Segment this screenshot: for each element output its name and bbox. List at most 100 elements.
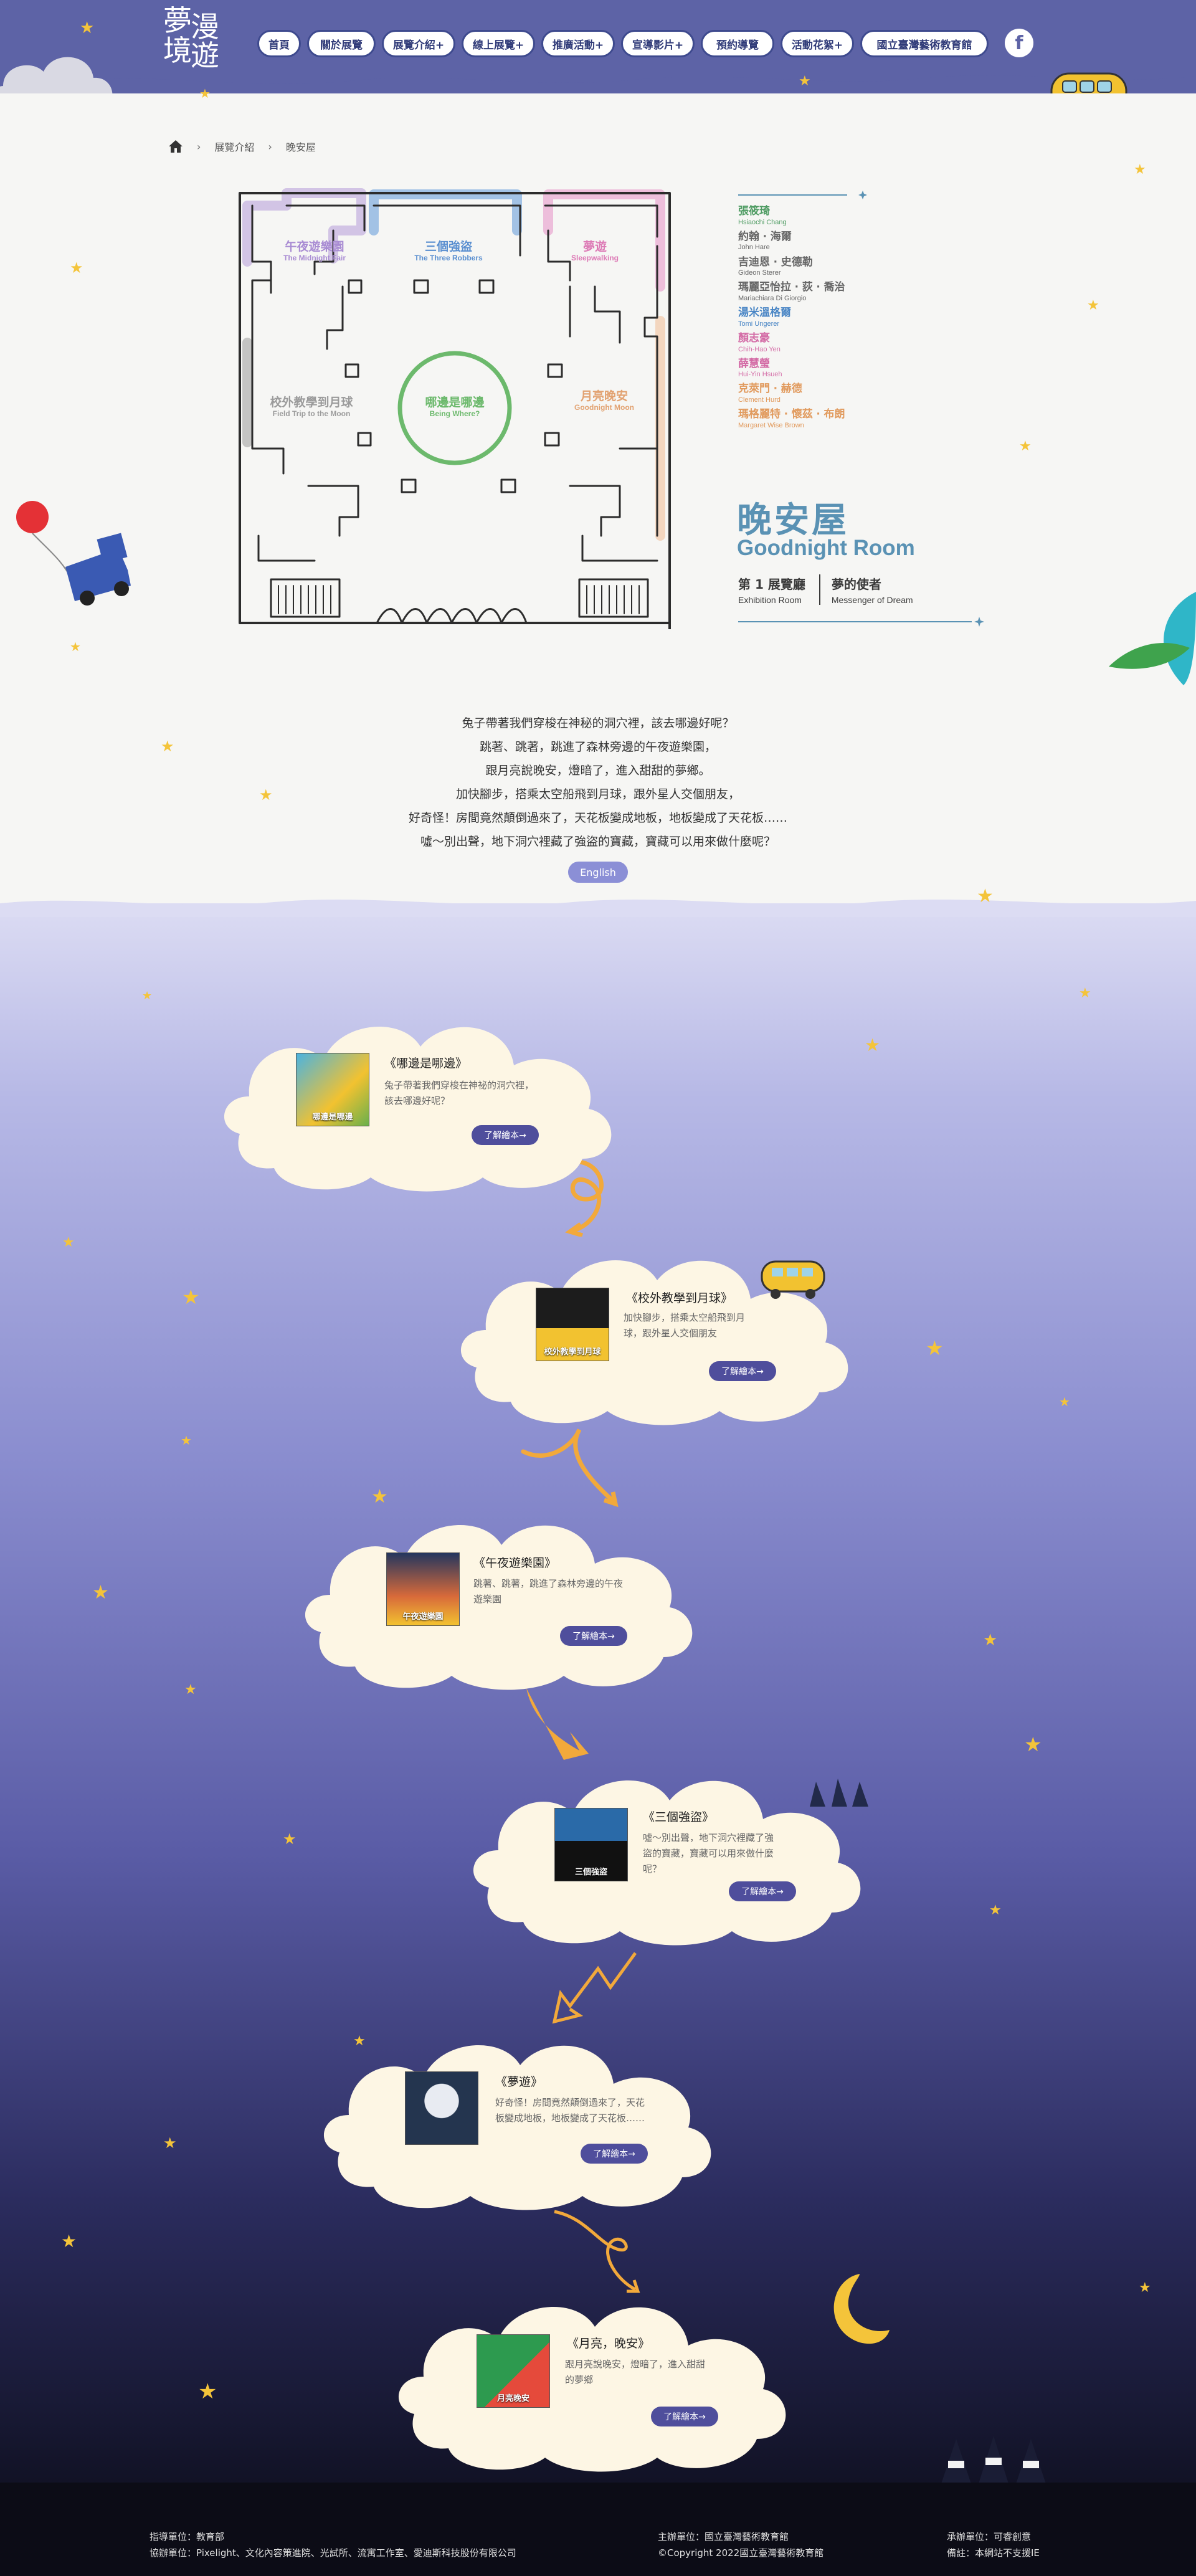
intro-line: 噓～別出聲，地下洞穴裡藏了強盜的寶藏，寶藏可以用來做什麼呢？ xyxy=(420,835,776,848)
book-card-being-where[interactable]: 哪邊是哪邊 《哪邊是哪邊》 兔子帶著我們穿梭在神祕的洞穴裡，該去哪邊好呢？ 了解… xyxy=(215,1009,626,1196)
plan-label-three-robbers[interactable]: 三個強盜 The Three Robbers xyxy=(399,240,498,263)
book-card-goodnight-moon[interactable]: 月亮晚安 《月亮，晚安》 跟月亮說晚安，燈暗了，進入甜甜的夢鄉 了解繪本→ xyxy=(389,2289,800,2476)
star-icon: ★ xyxy=(161,738,174,755)
star-icon: ★ xyxy=(977,885,994,907)
footer-copyright: ©Copyright 2022國立臺灣藝術教育館 xyxy=(658,2547,824,2559)
star-icon: ★ xyxy=(198,2379,217,2404)
star-icon: ★ xyxy=(1079,986,1091,1001)
plan-label-field-trip[interactable]: 校外教學到月球 Field Trip to the Moon xyxy=(255,396,368,419)
plan-label-en: The Three Robbers xyxy=(414,253,483,262)
star-icon: ★ xyxy=(1087,298,1099,313)
artist-name-en: Hui-Yin Hsueh xyxy=(738,371,782,379)
nav-home[interactable]: 首頁 xyxy=(257,30,301,57)
artist-item: 顏志豪 Chih-Hao Yen xyxy=(738,333,950,353)
star-icon: ★ xyxy=(799,74,811,89)
star-icon: ★ xyxy=(1024,1732,1042,1756)
site-footer: 指導單位：教育部 協辦單位：Pixelight、文化內容策進院、光試所、流寓工作… xyxy=(0,2483,1196,2576)
nav-exhibition-intro[interactable]: 展覽介紹+ xyxy=(382,30,455,57)
zigzag-arrow xyxy=(552,1952,637,2024)
learn-more-button[interactable]: 了解繪本→ xyxy=(709,1361,776,1381)
room-title-english: Goodnight Room xyxy=(737,536,915,560)
robbers-illustration xyxy=(810,1779,868,1807)
artist-name-en: Margaret Wise Brown xyxy=(738,421,804,429)
plan-label-being-where[interactable]: 哪邊是哪邊 Being Where? xyxy=(408,396,501,419)
plan-label-sleepwalking[interactable]: 夢遊 Sleepwalking xyxy=(558,240,632,263)
learn-more-button[interactable]: 了解繪本→ xyxy=(651,2407,718,2426)
breadcrumb-separator: › xyxy=(197,140,201,153)
book-card-midnight-fair[interactable]: 午夜遊樂園 《午夜遊樂園》 跳著、跳著，跳進了森林旁邊的午夜遊樂園 了解繪本→ xyxy=(296,1508,707,1694)
divider-line xyxy=(738,617,984,627)
book-card-sleepwalking[interactable]: 《夢遊》 好奇怪！房間竟然顛倒過來了，天花板變成地板，地板變成了天花板…… 了解… xyxy=(315,2028,726,2215)
artist-item: 克萊門 ‧ 赫德 Clement Hurd xyxy=(738,383,950,404)
nav-ntaec[interactable]: 國立臺灣藝術教育館 xyxy=(860,30,989,57)
intro-line: 跟月亮說晚安，燈暗了，進入甜甜的夢鄉。 xyxy=(485,764,711,777)
artist-item: 吉迪恩 ‧ 史德勒 Gideon Sterer xyxy=(738,256,950,277)
plan-label-zh: 午夜遊樂園 xyxy=(285,240,344,254)
breadcrumb-item-exhibition[interactable]: 展覽介紹 xyxy=(214,139,254,154)
learn-more-button[interactable]: 了解繪本→ xyxy=(472,1125,539,1145)
nav-about[interactable]: 關於展覽 xyxy=(307,30,376,57)
nav-guided-tour[interactable]: 預約導覽 xyxy=(701,30,774,57)
breadcrumb: › 展覽介紹 › 晚安屋 xyxy=(168,138,316,154)
book-description: 跟月亮說晚安，燈暗了，進入甜甜的夢鄉 xyxy=(565,2359,706,2385)
star-icon: ★ xyxy=(70,639,81,654)
footer-host: 主辦單位：國立臺灣藝術教育館 xyxy=(658,2531,789,2542)
artist-name-en: Clement Hurd xyxy=(738,396,781,404)
book-cover: 三個強盜 xyxy=(554,1808,628,1881)
star-icon: ★ xyxy=(70,259,83,277)
plan-label-zh: 夢遊 xyxy=(582,240,607,254)
star-icon: ★ xyxy=(989,1903,1002,1918)
artist-name: 瑪格麗特 ‧ 懷茲 ‧ 布朗 xyxy=(738,408,845,421)
star-icon: ★ xyxy=(62,1235,75,1250)
artist-list: 張筱琦 Hsiaochi Chang 約翰 ‧ 海爾 John Hare 吉迪恩 ‧ 史… xyxy=(738,206,950,434)
english-button[interactable]: English xyxy=(568,862,628,883)
star-icon: ★ xyxy=(371,1486,388,1508)
plan-label-en: Sleepwalking xyxy=(571,253,619,262)
plan-label-en: The Midnight Fair xyxy=(283,253,346,262)
star-icon: ★ xyxy=(983,1631,998,1650)
intro-line: 加快腳步，搭乘太空船飛到月球，跟外星人交個朋友， xyxy=(455,787,740,801)
nav-online-exhibition[interactable]: 線上展覽+ xyxy=(462,30,535,57)
star-icon: ★ xyxy=(80,19,95,37)
artist-name: 約翰 ‧ 海爾 xyxy=(738,230,792,243)
artist-item: 薛慧瑩 Hui-Yin Hsueh xyxy=(738,358,950,379)
star-icon: ★ xyxy=(184,1682,197,1698)
artist-name-en: John Hare xyxy=(738,244,770,252)
nav-promotion[interactable]: 推廣活動+ xyxy=(541,30,615,57)
artist-name: 湯米溫格爾 xyxy=(738,307,791,320)
learn-more-button[interactable]: 了解繪本→ xyxy=(581,2144,648,2164)
plan-label-en: Field Trip to the Moon xyxy=(272,409,351,418)
learn-more-button[interactable]: 了解繪本→ xyxy=(729,1881,796,1901)
plan-label-midnight-fair[interactable]: 午夜遊樂園 The Midnight Fair xyxy=(265,240,364,263)
artist-name: 張筱琦 xyxy=(738,205,770,217)
star-icon: ★ xyxy=(182,1285,200,1309)
site-logo[interactable]: 夢 漫 境 遊 xyxy=(163,6,219,70)
book-title: 《三個強盜》 xyxy=(643,1810,714,1824)
logo-char-3: 境 xyxy=(163,34,192,67)
plan-label-goodnight-moon[interactable]: 月亮晚安 Goodnight Moon xyxy=(561,389,648,412)
plan-label-en: Being Where? xyxy=(429,409,480,418)
learn-more-button[interactable]: 了解繪本→ xyxy=(560,1626,627,1646)
book-title: 《哪邊是哪邊》 xyxy=(384,1057,468,1070)
artist-name: 克萊門 ‧ 赫德 xyxy=(738,383,802,396)
book-description: 好奇怪！房間竟然顛倒過來了，天花板變成地板，地板變成了天花板…… xyxy=(495,2097,645,2124)
book-cover: 月亮晚安 xyxy=(477,2334,550,2408)
nav-videos[interactable]: 宣導影片+ xyxy=(621,30,695,57)
book-description: 加快腳步，搭乘太空船飛到月球，跟外星人交個朋友 xyxy=(624,1312,746,1339)
home-icon[interactable] xyxy=(168,140,183,153)
intro-line: 兔子帶著我們穿梭在神秘的洞穴裡，該去哪邊好呢？ xyxy=(462,716,734,730)
plan-label-zh: 校外教學到月球 xyxy=(270,396,353,409)
footer-assist: 協辦單位：Pixelight、文化內容策進院、光試所、流寓工作室、愛迪斯科技股份… xyxy=(150,2547,516,2559)
book-cover-label: 月亮晚安 xyxy=(496,2394,529,2403)
footer-guide: 指導單位：教育部 xyxy=(150,2531,225,2542)
curve-arrow xyxy=(526,1688,589,1760)
nav-highlights[interactable]: 活動花絮+ xyxy=(781,30,854,57)
intro-line: 跳著、跳著，跳進了森林旁邊的午夜遊樂園， xyxy=(479,740,716,754)
breadcrumb-item-current: 晚安屋 xyxy=(285,141,316,153)
star-icon: ★ xyxy=(353,2033,366,2049)
artist-name: 薛慧瑩 xyxy=(738,357,770,370)
facebook-icon[interactable]: f xyxy=(1005,29,1033,57)
star-icon: ★ xyxy=(259,786,273,804)
star-icon: ★ xyxy=(199,86,211,101)
role-label-en: Messenger of Dream xyxy=(831,595,913,605)
